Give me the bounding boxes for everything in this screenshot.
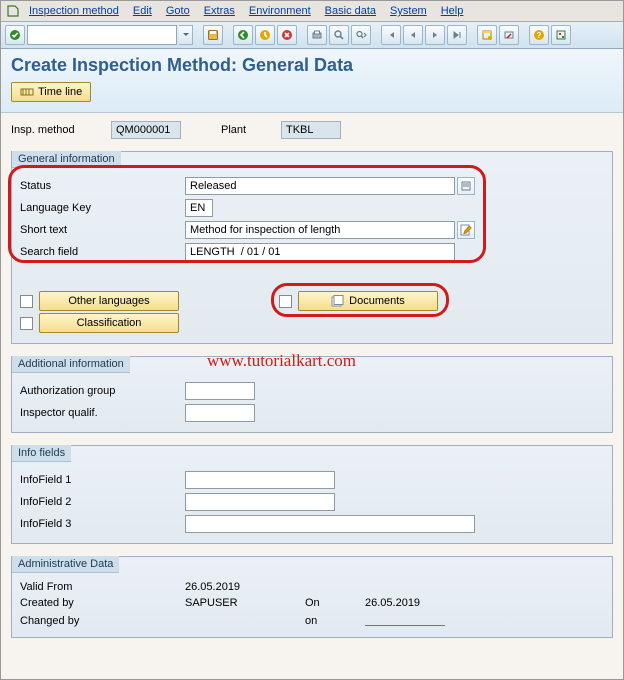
prev-page-button[interactable] <box>403 25 423 45</box>
next-page-button[interactable] <box>425 25 445 45</box>
infofield3-label: InfoField 3 <box>20 518 185 530</box>
inspector-qualif-label: Inspector qualif. <box>20 407 185 419</box>
documents-label: Documents <box>349 295 405 307</box>
other-languages-button[interactable]: Other languages <box>39 291 179 311</box>
layout-button[interactable] <box>551 25 571 45</box>
additional-section-title: Additional information <box>12 356 130 373</box>
help-button[interactable]: ? <box>529 25 549 45</box>
last-page-button[interactable] <box>447 25 467 45</box>
status-field[interactable] <box>185 177 455 195</box>
changed-by-label: Changed by <box>20 615 185 627</box>
infofield1-label: InfoField 1 <box>20 474 185 486</box>
print-button[interactable] <box>307 25 327 45</box>
cancel-button[interactable] <box>277 25 297 45</box>
documents-icon <box>331 295 345 307</box>
plant-value: TKBL <box>281 121 341 139</box>
exit-button[interactable] <box>255 25 275 45</box>
other-languages-checkbox[interactable] <box>20 295 33 308</box>
infofield1-input[interactable] <box>185 471 335 489</box>
auth-group-field[interactable] <box>185 382 255 400</box>
valid-from-value: 26.05.2019 <box>185 580 305 594</box>
status-label: Status <box>20 180 185 192</box>
menu-bar: Inspection method Edit Goto Extras Envir… <box>1 1 623 22</box>
documents-checkbox[interactable] <box>279 295 292 308</box>
toolbar: ? <box>1 22 623 49</box>
general-section-title: General information <box>12 151 121 168</box>
timeline-button[interactable]: Time line <box>11 82 91 102</box>
shorttext-field[interactable] <box>185 221 455 239</box>
created-by-value: SAPUSER <box>185 596 305 610</box>
menu-environment[interactable]: Environment <box>243 3 317 19</box>
first-page-button[interactable] <box>381 25 401 45</box>
status-dropdown-icon[interactable] <box>457 177 475 195</box>
menu-inspection-method[interactable]: Inspection method <box>23 3 125 19</box>
created-by-label: Created by <box>20 597 185 609</box>
timeline-label: Time line <box>38 86 82 98</box>
language-label: Language Key <box>20 202 185 214</box>
command-history-dropdown[interactable] <box>179 25 193 45</box>
infofield2-input[interactable] <box>185 493 335 511</box>
search-field[interactable] <box>185 243 455 261</box>
additional-section: Additional information www.tutorialkart.… <box>11 356 613 433</box>
menu-goto[interactable]: Goto <box>160 3 196 19</box>
insp-method-value: QM000001 <box>111 121 181 139</box>
menu-system[interactable]: System <box>384 3 433 19</box>
new-session-button[interactable] <box>477 25 497 45</box>
find-next-button[interactable] <box>351 25 371 45</box>
inspector-qualif-field[interactable] <box>185 404 255 422</box>
find-button[interactable] <box>329 25 349 45</box>
info-section-title: Info fields <box>12 445 71 462</box>
info-section: Info fields InfoField 1 InfoField 2 Info… <box>11 445 613 544</box>
other-languages-label: Other languages <box>68 295 149 307</box>
menu-basic-data[interactable]: Basic data <box>319 3 382 19</box>
plant-label: Plant <box>221 124 271 136</box>
insp-method-label: Insp. method <box>11 124 101 136</box>
long-text-icon[interactable] <box>457 221 475 239</box>
create-shortcut-button[interactable] <box>499 25 519 45</box>
menu-extras[interactable]: Extras <box>198 3 241 19</box>
infofield2-label: InfoField 2 <box>20 496 185 508</box>
save-button[interactable] <box>203 25 223 45</box>
command-field[interactable] <box>27 25 177 45</box>
infofield3-input[interactable] <box>185 515 475 533</box>
classification-checkbox[interactable] <box>20 317 33 330</box>
language-field[interactable] <box>185 199 213 217</box>
created-on-value: 26.05.2019 <box>365 596 604 610</box>
general-section: General information Status Language Key … <box>11 151 613 344</box>
classification-label: Classification <box>77 317 142 329</box>
documents-button[interactable]: Documents <box>298 291 438 311</box>
changed-on-label: on <box>305 615 365 627</box>
header-row: Insp. method QM000001 Plant TKBL <box>11 121 613 139</box>
search-label: Search field <box>20 246 185 258</box>
svg-text:?: ? <box>537 31 542 40</box>
timeline-icon <box>20 86 34 98</box>
admin-section-title: Administrative Data <box>12 556 119 573</box>
title-area: Create Inspection Method: General Data T… <box>1 49 623 113</box>
back-button[interactable] <box>233 25 253 45</box>
shorttext-label: Short text <box>20 224 185 236</box>
watermark-text: www.tutorialkart.com <box>207 351 356 371</box>
changed-on-blank <box>365 612 445 626</box>
page-title: Create Inspection Method: General Data <box>11 55 613 76</box>
admin-section: Administrative Data Valid From 26.05.201… <box>11 556 613 638</box>
auth-group-label: Authorization group <box>20 385 185 397</box>
classification-button[interactable]: Classification <box>39 313 179 333</box>
menu-help[interactable]: Help <box>435 3 470 19</box>
enter-button[interactable] <box>5 25 25 45</box>
created-on-label: On <box>305 597 365 609</box>
menu-edit[interactable]: Edit <box>127 3 158 19</box>
valid-from-label: Valid From <box>20 581 185 593</box>
window-icon <box>5 3 21 19</box>
